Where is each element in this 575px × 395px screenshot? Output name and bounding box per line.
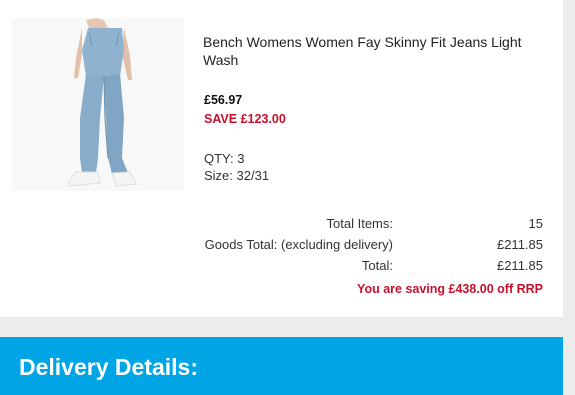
total-items-value: 15 [528,216,543,231]
jeans-model-illustration [67,18,137,187]
order-totals: Total Items: 15 Goods Total: (excluding … [0,216,563,279]
goods-total-value: £211.85 [496,237,543,252]
product-price: £56.97 [204,93,243,107]
total-items-label: Total Items: [326,216,393,231]
goods-total-row: Goods Total: (excluding delivery) £211.8… [0,237,563,258]
product-image[interactable] [12,18,184,191]
product-saving: SAVE £123.00 [204,112,286,126]
order-summary-card: Bench Womens Women Fay Skinny Fit Jeans … [0,0,563,317]
page-gutter [563,0,575,317]
grand-total-row: Total: £211.85 [0,258,563,279]
grand-total-label: Total: [361,258,393,273]
grand-total-value: £211.85 [496,258,543,273]
product-title[interactable]: Bench Womens Women Fay Skinny Fit Jeans … [203,33,548,69]
total-saving-message: You are saving £438.00 off RRP [357,282,543,296]
goods-total-label: Goods Total: (excluding delivery) [204,237,393,252]
product-quantity: QTY: 3 [204,151,245,166]
delivery-details-title: Delivery Details: [19,354,198,380]
product-size: Size: 32/31 [204,168,270,183]
delivery-details-header: Delivery Details: [0,337,563,395]
total-items-row: Total Items: 15 [0,216,563,237]
